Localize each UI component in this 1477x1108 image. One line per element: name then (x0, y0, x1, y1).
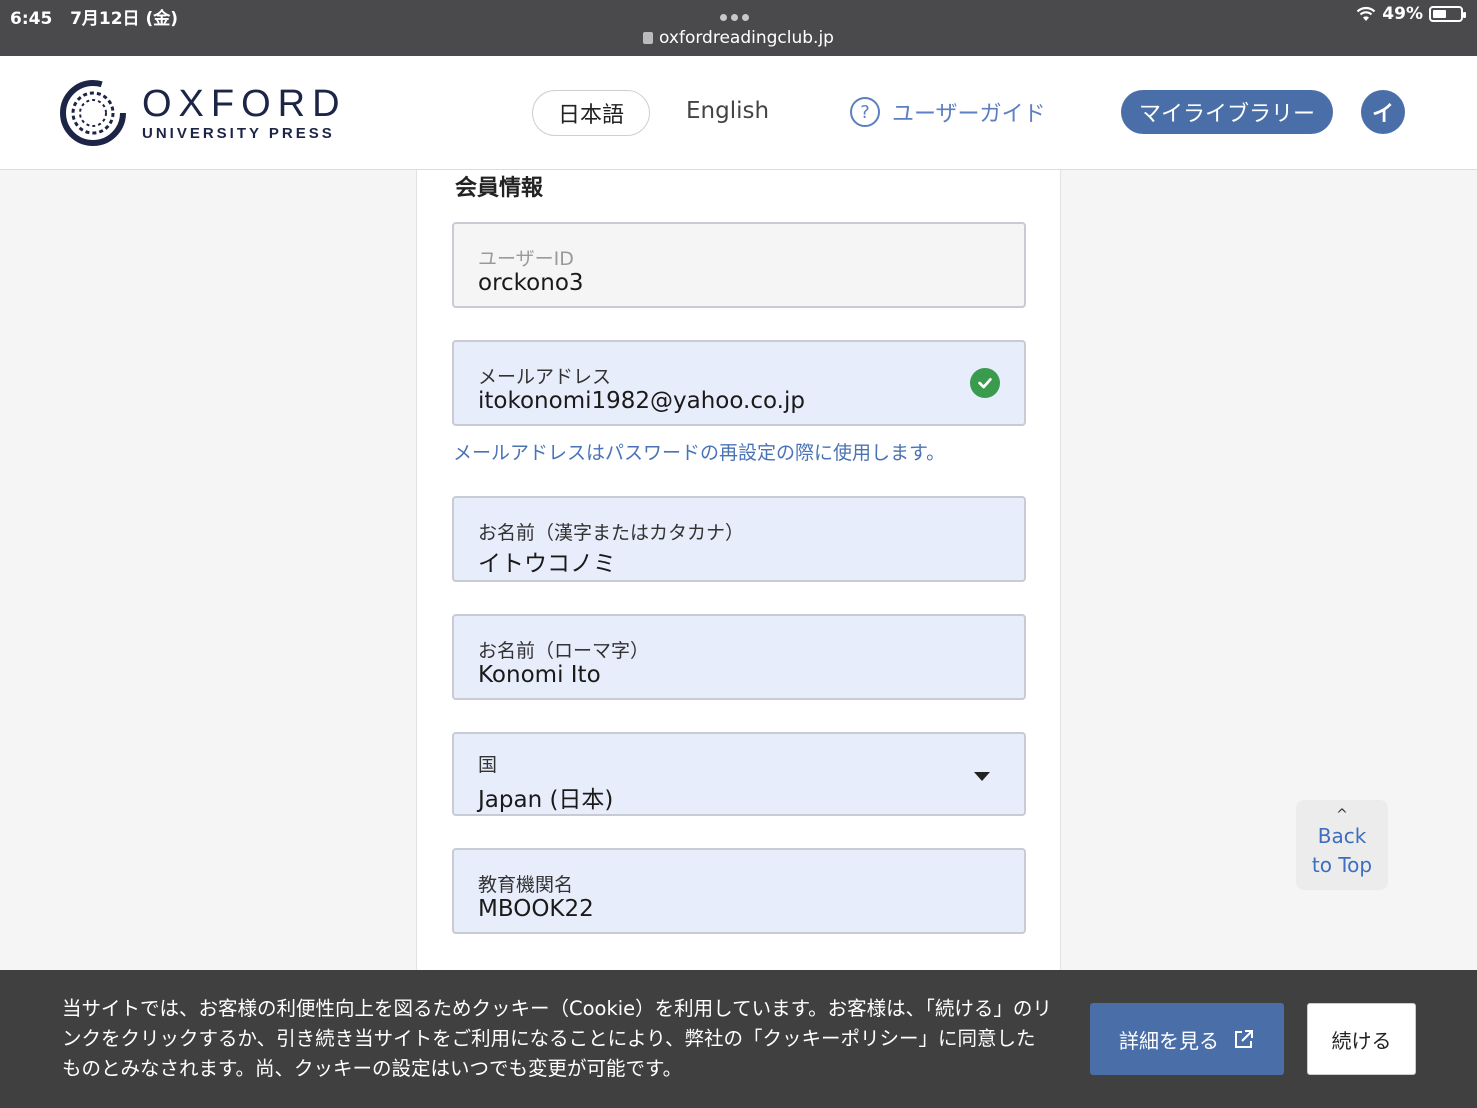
cookie-banner: 当サイトでは、お客様の利便性向上を図るためクッキー（Cookie）を利用していま… (0, 970, 1477, 1108)
lang-english-link[interactable]: English (686, 98, 769, 124)
logo-subtitle: UNIVERSITY PRESS (142, 124, 335, 142)
field-value: イトウコノミ (478, 551, 616, 577)
site-header: OXFORD UNIVERSITY PRESS 日本語 English ? ユー… (0, 56, 1477, 170)
section-title: 会員情報 (455, 176, 544, 201)
field-value: itokonomi1982@yahoo.co.jp (478, 388, 805, 414)
user-guide-link[interactable]: ? ユーザーガイド (850, 96, 1046, 128)
question-circle-icon: ? (850, 97, 880, 127)
url-text: oxfordreadingclub.jp (659, 28, 834, 48)
email-field[interactable]: メールアドレス itokonomi1982@yahoo.co.jp (452, 340, 1026, 426)
caret-down-icon[interactable] (974, 772, 990, 781)
cookie-details-label: 詳細を見る (1119, 1028, 1219, 1053)
external-link-icon (1235, 1030, 1253, 1048)
field-label: お名前（漢字またはカタカナ） (478, 522, 745, 544)
cookie-continue-button[interactable]: 続ける (1307, 1003, 1416, 1075)
field-label: ユーザーID (478, 248, 574, 270)
user-avatar[interactable]: イ (1361, 90, 1405, 134)
cookie-text: 当サイトでは、お客様の利便性向上を図るためクッキー（Cookie）を利用していま… (62, 997, 1052, 1080)
name-romaji-field[interactable]: お名前（ローマ字） Konomi Ito (452, 614, 1026, 700)
field-label: お名前（ローマ字） (478, 640, 650, 662)
email-hint: メールアドレスはパスワードの再設定の際に使用します。 (453, 442, 946, 464)
battery-icon (1429, 6, 1466, 22)
institution-field[interactable]: 教育機関名 MBOOK22 (452, 848, 1026, 934)
battery-percent: 49% (1382, 4, 1423, 24)
status-time: 6:45 7月12日 (金) (10, 9, 179, 29)
back-to-top-button[interactable]: ^ Back to Top (1296, 800, 1388, 890)
user-id-field[interactable]: ユーザーID orckono3 (452, 222, 1026, 308)
oxford-logo-icon (60, 80, 126, 146)
field-value: Konomi Ito (478, 662, 601, 688)
country-select[interactable]: 国 Japan (日本) (452, 732, 1026, 816)
lang-japanese-button[interactable]: 日本語 (532, 90, 650, 136)
wifi-icon (1357, 6, 1376, 21)
status-bar: 6:45 7月12日 (金) oxfordreadingclub.jp 49% (0, 0, 1477, 56)
cookie-details-button[interactable]: 詳細を見る (1090, 1003, 1284, 1075)
my-library-button[interactable]: マイライブラリー (1121, 90, 1333, 134)
field-label: メールアドレス (478, 366, 612, 388)
address-bar[interactable]: oxfordreadingclub.jp (0, 28, 1477, 48)
field-value: Japan (日本) (478, 787, 614, 813)
lock-icon (643, 32, 654, 44)
status-indicators: 49% (1356, 4, 1466, 24)
field-label: 教育機関名 (478, 874, 574, 896)
logo-wordmark: OXFORD (142, 82, 347, 125)
user-guide-label: ユーザーガイド (892, 102, 1046, 127)
back-to-top-line1: Back (1317, 824, 1367, 848)
field-value: orckono3 (478, 270, 584, 296)
check-circle-icon (970, 368, 1000, 398)
chevron-up-icon: ^ (1336, 807, 1348, 823)
name-kanji-field[interactable]: お名前（漢字またはカタカナ） イトウコノミ (452, 496, 1026, 582)
back-to-top-line2: to Top (1311, 853, 1373, 877)
more-dots-icon[interactable] (720, 6, 756, 21)
field-value: MBOOK22 (478, 896, 594, 922)
field-label: 国 (478, 754, 498, 776)
member-info-panel: 会員情報 ユーザーID orckono3 メールアドレス itokonomi19… (416, 170, 1061, 970)
oxford-logo[interactable]: OXFORD UNIVERSITY PRESS (60, 80, 347, 146)
